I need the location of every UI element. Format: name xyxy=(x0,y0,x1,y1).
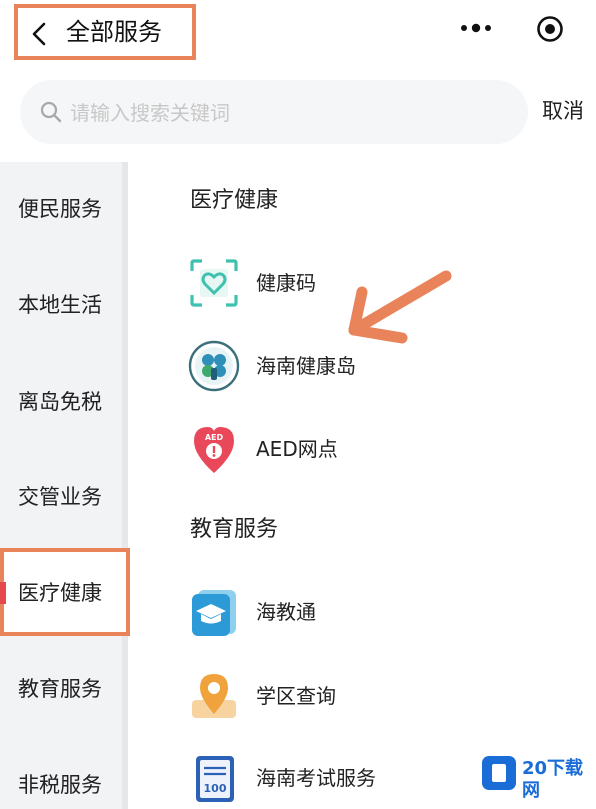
back-arrow-icon[interactable] xyxy=(30,22,50,46)
search-icon xyxy=(40,101,62,123)
section-title-healthcare: 医疗健康 xyxy=(190,188,279,213)
page-title: 全部服务 xyxy=(66,18,162,46)
education-app-icon xyxy=(192,590,236,636)
close-miniprogram-icon[interactable] xyxy=(535,14,565,44)
svg-text:100: 100 xyxy=(204,782,227,795)
health-code-icon xyxy=(190,259,238,307)
svg-text:AED: AED xyxy=(205,433,224,442)
title-highlight-box: 全部服务 xyxy=(14,4,196,60)
search-bar[interactable] xyxy=(20,80,528,144)
sidebar-item-education[interactable]: 教育服务 xyxy=(18,674,102,704)
service-label: AED网点 xyxy=(256,437,338,461)
sidebar-item-convenience[interactable]: 便民服务 xyxy=(18,194,102,224)
watermark-text: 20下载网 xyxy=(522,758,584,801)
service-hai-jiao-tong[interactable]: 海教通 xyxy=(188,586,488,638)
service-label: 健康码 xyxy=(256,271,316,295)
sidebar-item-non-tax[interactable]: 非税服务 xyxy=(18,770,102,800)
exam-paper-icon: 100 xyxy=(196,756,234,802)
sidebar-item-traffic[interactable]: 交管业务 xyxy=(18,482,102,512)
sidebar-divider xyxy=(122,162,128,809)
cancel-button[interactable]: 取消 xyxy=(542,96,584,126)
watermark-badge: 20下载网 xyxy=(472,748,592,801)
service-label: 海南考试服务 xyxy=(256,766,376,790)
section-title-education: 教育服务 xyxy=(190,517,279,542)
location-pin-icon xyxy=(192,674,236,718)
search-input[interactable] xyxy=(68,94,502,132)
watermark-logo-icon xyxy=(482,756,516,790)
aed-icon: AED xyxy=(194,427,234,473)
service-aed-points[interactable]: AED AED网点 xyxy=(188,423,488,475)
active-category-marker xyxy=(0,582,6,604)
more-options-icon[interactable] xyxy=(458,18,494,38)
annotation-arrow-icon xyxy=(348,270,452,344)
service-school-district[interactable]: 学区查询 xyxy=(188,670,488,722)
sidebar-item-healthcare[interactable]: 医疗健康 xyxy=(18,578,102,608)
service-label: 海教通 xyxy=(256,600,316,624)
service-label: 海南健康岛 xyxy=(256,354,356,378)
service-label: 学区查询 xyxy=(256,684,336,708)
service-hainan-exam[interactable]: 100 海南考试服务 xyxy=(188,752,488,804)
sidebar-item-duty-free[interactable]: 离岛免税 xyxy=(18,387,102,417)
top-bar: 全部服务 xyxy=(0,0,596,70)
health-island-icon xyxy=(188,340,240,392)
sidebar-item-local-life[interactable]: 本地生活 xyxy=(18,290,102,320)
